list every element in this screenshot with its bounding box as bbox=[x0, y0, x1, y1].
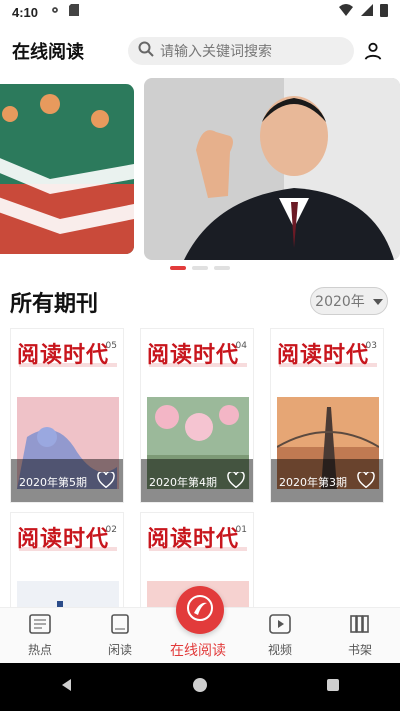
magazine-overlay: 2020年第3期 bbox=[271, 459, 383, 502]
battery-icon bbox=[380, 3, 388, 21]
app-header: 在线阅读 请输入关键词搜索 bbox=[0, 30, 400, 72]
chevron-down-icon bbox=[372, 293, 383, 309]
magazine-issue-number: 03 bbox=[365, 341, 377, 351]
nav-label-online: 在线阅读 bbox=[170, 643, 226, 659]
nav-label-shelf: 书架 bbox=[347, 642, 372, 657]
carousel-dot-active[interactable] bbox=[170, 266, 186, 270]
nav-label-read: 闲读 bbox=[107, 642, 132, 657]
magazine-issue-number: 05 bbox=[105, 341, 117, 351]
nav-item-shelf[interactable]: 书架 bbox=[322, 614, 398, 658]
magazine-overlay: 2020年第4期 bbox=[141, 459, 253, 502]
magazine-issue-label: 2020年第5期 bbox=[19, 475, 87, 489]
home-icon[interactable] bbox=[192, 677, 208, 697]
section-title: 所有期刊 bbox=[10, 292, 99, 317]
magazine-issue-label: 2020年第3期 bbox=[279, 475, 347, 489]
heart-icon[interactable] bbox=[97, 470, 115, 491]
newspaper-icon bbox=[29, 613, 51, 637]
search-placeholder: 请输入关键词搜索 bbox=[160, 44, 272, 60]
nav-online-read-button[interactable] bbox=[176, 586, 224, 634]
sd-card-icon bbox=[68, 3, 80, 21]
nav-item-read[interactable]: 闲读 bbox=[82, 613, 158, 658]
heart-icon[interactable] bbox=[227, 470, 245, 491]
recent-apps-icon[interactable] bbox=[325, 677, 341, 697]
carousel-dot[interactable] bbox=[192, 266, 208, 270]
nav-label-video: 视频 bbox=[267, 642, 292, 657]
magazine-masthead: 阅读时代 01 bbox=[141, 513, 253, 559]
magazine-card[interactable]: 阅读时代 05 2020年第5期 bbox=[10, 328, 124, 503]
play-video-icon bbox=[269, 613, 291, 637]
brand-logo-icon bbox=[185, 593, 215, 627]
bookshelf-icon bbox=[349, 614, 371, 637]
system-navigation-bar bbox=[0, 663, 400, 711]
magazine-card[interactable]: 阅读时代 04 2020年第4期 bbox=[140, 328, 254, 503]
user-icon[interactable] bbox=[358, 36, 388, 66]
book-icon bbox=[109, 613, 131, 637]
search-input[interactable]: 请输入关键词搜索 bbox=[128, 37, 354, 65]
banner-slide-image[interactable] bbox=[0, 84, 134, 254]
magazine-card[interactable]: 阅读时代 03 2020年第3期 bbox=[270, 328, 384, 503]
signal-icon bbox=[360, 3, 374, 21]
search-icon bbox=[138, 41, 154, 61]
magazine-masthead: 阅读时代 03 bbox=[271, 329, 383, 375]
magazine-issue-label: 2020年第4期 bbox=[149, 475, 217, 489]
wifi-icon bbox=[338, 3, 354, 21]
gear-icon bbox=[48, 3, 62, 21]
back-icon[interactable] bbox=[59, 677, 75, 697]
banner-slide-image[interactable] bbox=[144, 78, 400, 260]
banner-carousel[interactable] bbox=[0, 78, 400, 260]
year-select-value: 2020年 bbox=[315, 294, 365, 310]
carousel-dot[interactable] bbox=[214, 266, 230, 270]
status-bar: 4:10 bbox=[0, 0, 400, 24]
page-title: 在线阅读 bbox=[12, 42, 84, 63]
nav-label-hot: 热点 bbox=[27, 642, 52, 657]
magazine-overlay: 2020年第5期 bbox=[11, 459, 123, 502]
nav-item-video[interactable]: 视频 bbox=[242, 613, 318, 658]
status-time: 4:10 bbox=[12, 4, 39, 20]
magazine-issue-number: 01 bbox=[235, 525, 247, 535]
heart-icon[interactable] bbox=[357, 470, 375, 491]
carousel-indicator bbox=[0, 266, 400, 270]
magazine-masthead: 阅读时代 05 bbox=[11, 329, 123, 375]
magazine-masthead: 阅读时代 02 bbox=[11, 513, 123, 559]
year-select[interactable]: 2020年 bbox=[310, 287, 388, 315]
nav-item-hot[interactable]: 热点 bbox=[2, 613, 78, 658]
magazine-masthead: 阅读时代 04 bbox=[141, 329, 253, 375]
magazine-issue-number: 04 bbox=[235, 341, 247, 351]
magazine-issue-number: 02 bbox=[105, 525, 117, 535]
